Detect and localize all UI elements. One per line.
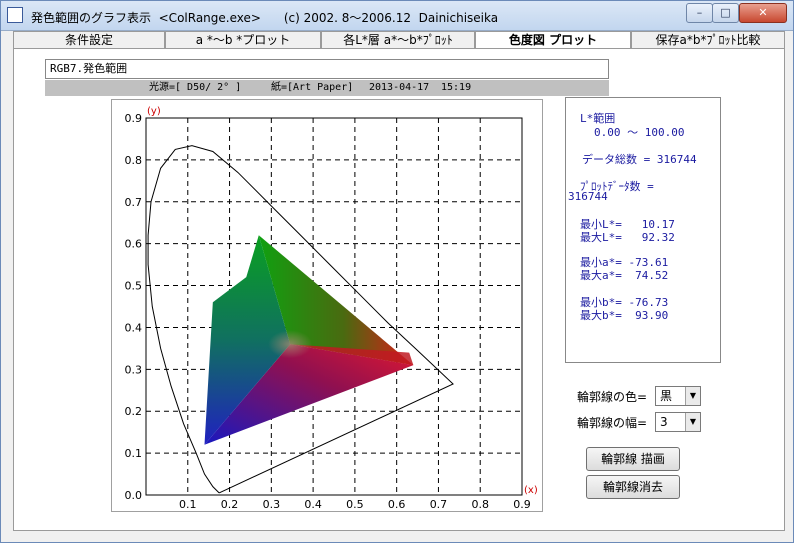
x-axis-label: (x) [524, 485, 538, 496]
app-icon [7, 7, 23, 23]
max-a: 最大a*= 74.52 [580, 269, 669, 282]
info-bar: 光源=[ D50/ 2° ] 紙=[Art Paper] 2013-04-17 … [45, 80, 609, 96]
window-title: 発色範囲のグラフ表示 <ColRange.exe> (c) 2002. 8～20… [31, 11, 499, 25]
erase-outline-button[interactable]: 輪郭線消去 [586, 475, 680, 499]
tab-bar: 条件設定 a *～b *プロット 各L*層 a*～b*ﾌﾟﾛｯﾄ 色度図 プロッ… [13, 31, 785, 50]
y-tick-label: 0.3 [125, 363, 143, 376]
tab-saved-compare[interactable]: 保存a*b*ﾌﾟﾛｯﾄ比較 [631, 31, 785, 49]
x-tick-label: 0.2 [221, 498, 239, 511]
data-name-field: RGB7.発色範囲 [45, 59, 609, 79]
x-tick-label: 0.6 [388, 498, 406, 511]
x-tick-label: 0.8 [471, 498, 489, 511]
y-tick-label: 0.8 [125, 154, 143, 167]
y-tick-label: 0.2 [125, 405, 143, 418]
x-tick-label: 0.3 [263, 498, 281, 511]
chevron-down-icon: ▼ [685, 413, 700, 431]
x-tick-label: 0.4 [304, 498, 322, 511]
tab-conditions[interactable]: 条件設定 [13, 31, 165, 49]
illuminant-info: 光源=[ D50/ 2° ] [149, 82, 242, 93]
date-info: 2013-04-17 [369, 82, 430, 93]
outline-width-value: 3 [660, 415, 668, 429]
close-button[interactable]: ✕ [739, 3, 787, 23]
max-b: 最大b*= 93.90 [580, 309, 669, 322]
paper-info: 紙=[Art Paper] [271, 82, 354, 93]
total-count: データ総数 = 316744 [582, 153, 697, 166]
chart-frame: 0.1 0.2 0.3 0.4 0.5 0.6 0.7 0.8 0.9 0.0 0.1 0.2 0.3 0… [111, 99, 543, 512]
maximize-button[interactable]: □ [712, 3, 739, 23]
gamut-white-point [268, 330, 313, 359]
y-tick-label: 0.9 [125, 112, 143, 125]
y-tick-label: 0.6 [125, 238, 143, 251]
y-tick-label: 0.7 [125, 196, 143, 209]
stats-panel: L*範囲 0.00 ～ 100.00 データ総数 = 316744 ﾌﾟﾛｯﾄﾃ… [565, 97, 721, 363]
y-tick-label: 0.1 [125, 447, 143, 460]
l-range-value: 0.00 ～ 100.00 [594, 126, 685, 139]
y-axis-label: (y) [147, 106, 161, 117]
draw-outline-button[interactable]: 輪郭線 描画 [586, 447, 680, 471]
outline-color-value: 黒 [660, 389, 673, 403]
tab-layer-plot[interactable]: 各L*層 a*～b*ﾌﾟﾛｯﾄ [321, 31, 475, 49]
minimize-button[interactable]: – [686, 3, 713, 23]
y-tick-label: 0.5 [125, 280, 143, 293]
plot-count-value: 316744 [568, 190, 608, 203]
app-window: 発色範囲のグラフ表示 <ColRange.exe> (c) 2002. 8～20… [0, 0, 794, 543]
chevron-down-icon: ▼ [685, 387, 700, 405]
x-tick-label: 0.9 [513, 498, 531, 511]
x-tick-label: 0.7 [430, 498, 448, 511]
chromaticity-chart: 0.1 0.2 0.3 0.4 0.5 0.6 0.7 0.8 0.9 0.0 0.1 0.2 0.3 0… [125, 106, 538, 511]
outline-color-select[interactable]: 黒 ▼ [655, 386, 701, 406]
outline-width-select[interactable]: 3 ▼ [655, 412, 701, 432]
outline-color-label: 輪郭線の色= [577, 390, 648, 404]
x-tick-label: 0.5 [346, 498, 364, 511]
max-l: 最大L*= 92.32 [580, 231, 675, 244]
outline-width-label: 輪郭線の幅= [577, 416, 648, 430]
title-bar[interactable]: 発色範囲のグラフ表示 <ColRange.exe> (c) 2002. 8～20… [1, 1, 793, 31]
x-tick-label: 0.1 [179, 498, 197, 511]
y-tick-label: 0.0 [125, 489, 143, 502]
y-tick-label: 0.4 [125, 321, 143, 334]
time-info: 15:19 [441, 82, 472, 93]
tab-ab-plot[interactable]: a *～b *プロット [165, 31, 321, 49]
